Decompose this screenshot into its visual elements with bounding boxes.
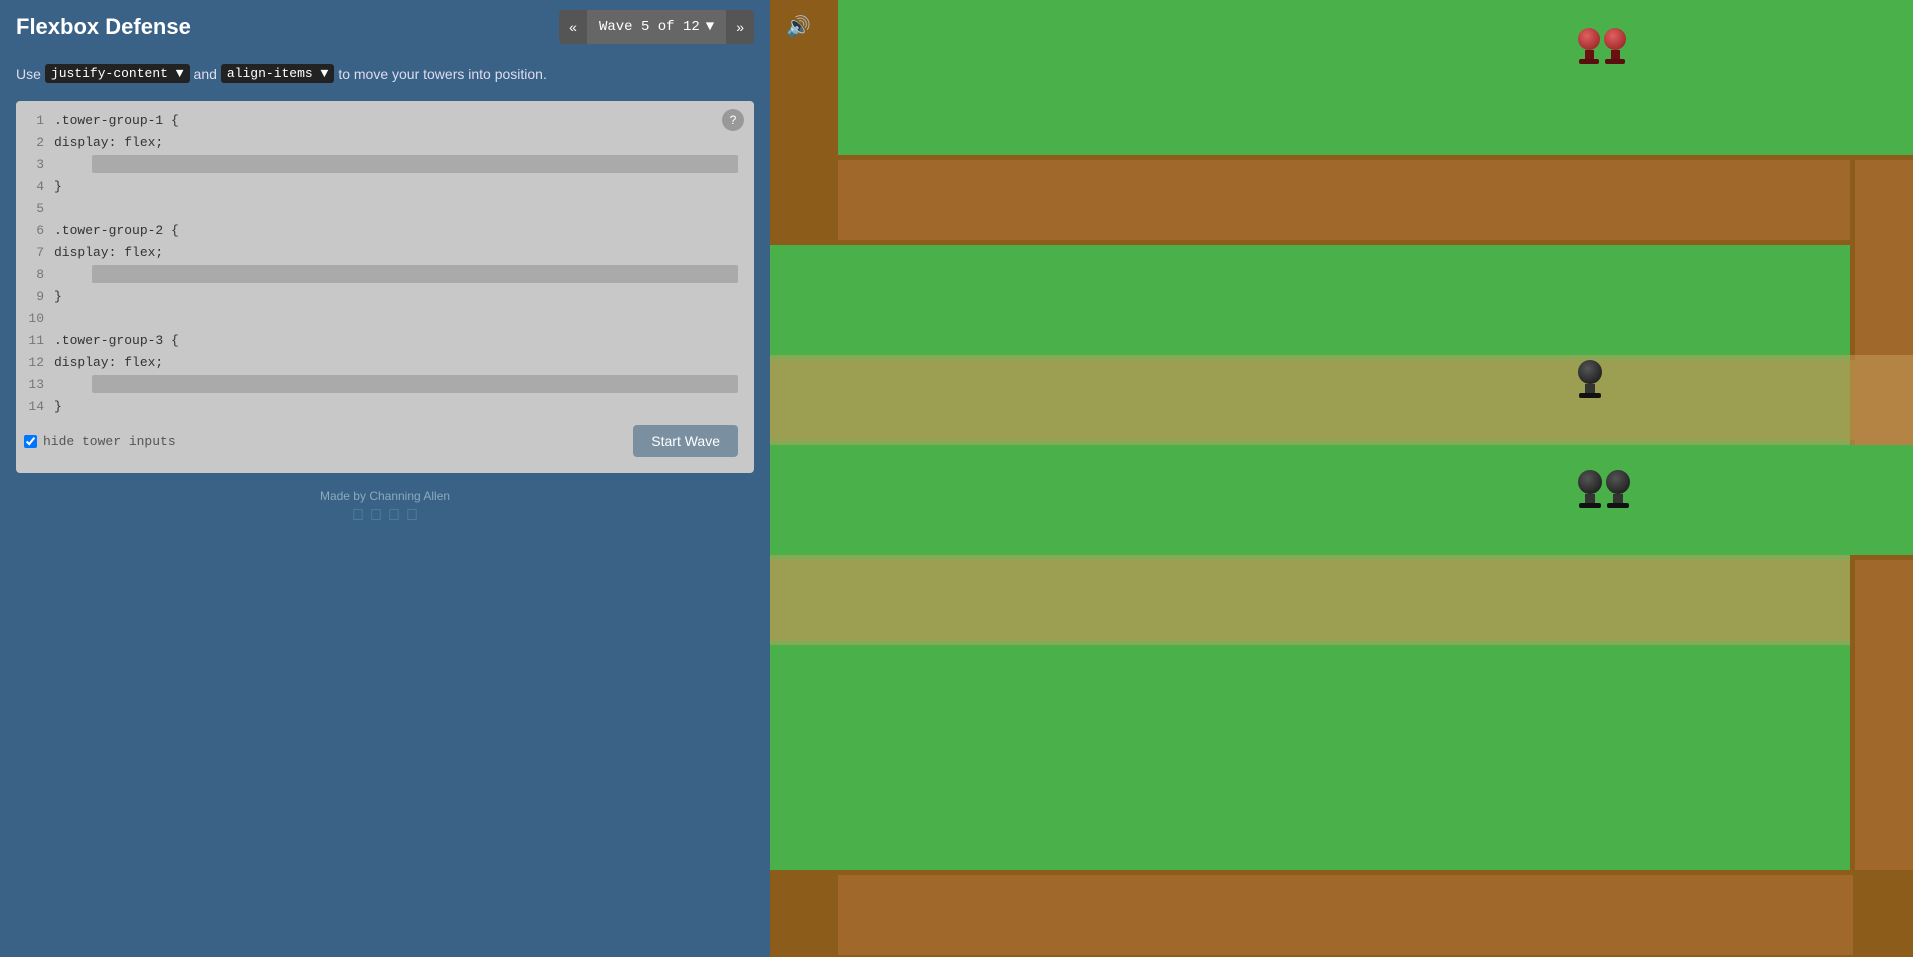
code-input-13[interactable] bbox=[92, 375, 738, 393]
code-line-1: 1 .tower-group-1 { bbox=[16, 109, 754, 131]
help-button[interactable]: ? bbox=[722, 109, 744, 131]
tower-neck-black-3 bbox=[1613, 494, 1623, 503]
start-wave-button[interactable]: Start Wave bbox=[633, 425, 738, 457]
tower-red-1 bbox=[1578, 28, 1600, 64]
line-content-1: .tower-group-1 { bbox=[54, 113, 754, 128]
linkedin-icon[interactable]:  bbox=[388, 507, 400, 525]
tower-head-red-2 bbox=[1604, 28, 1626, 50]
code-line-11: 11 .tower-group-3 { bbox=[16, 329, 754, 351]
instruction-text-after: to move your towers into position. bbox=[338, 66, 547, 82]
hide-tower-inputs-checkbox[interactable] bbox=[24, 435, 37, 448]
line-content-2: display: flex; bbox=[54, 135, 754, 150]
code-input-row-3: 3 bbox=[16, 153, 754, 175]
line-num-9: 9 bbox=[16, 289, 54, 304]
line-num-6: 6 bbox=[16, 223, 54, 238]
line-num-10: 10 bbox=[16, 311, 54, 326]
hide-tower-inputs-label[interactable]: hide tower inputs bbox=[24, 434, 176, 449]
code-line-7: 7 display: flex; bbox=[16, 241, 754, 263]
prev-wave-button[interactable]: « bbox=[559, 10, 587, 44]
code-line-4: 4 } bbox=[16, 175, 754, 197]
wave-label: Wave 5 of 12 bbox=[599, 19, 700, 35]
code-line-10: 10 bbox=[16, 307, 754, 329]
line-num-14: 14 bbox=[16, 399, 54, 414]
credits-text: Made by Channing Allen bbox=[8, 489, 762, 503]
editor-footer: hide tower inputs Start Wave bbox=[16, 417, 754, 465]
line-num-8: 8 bbox=[16, 267, 54, 282]
line-num-12: 12 bbox=[16, 355, 54, 370]
tower-head-red-1 bbox=[1578, 28, 1600, 50]
twitter-icon[interactable]:  bbox=[370, 507, 382, 525]
tower-base-black-3 bbox=[1607, 503, 1629, 508]
line-content-6: .tower-group-2 { bbox=[54, 223, 754, 238]
tower-black-3 bbox=[1606, 470, 1630, 508]
line-content-4: } bbox=[54, 179, 754, 194]
app-title: Flexbox Defense bbox=[16, 14, 191, 40]
tower-neck-black-1 bbox=[1585, 384, 1595, 393]
tower-base-red-2 bbox=[1605, 59, 1625, 64]
line-content-9: } bbox=[54, 289, 754, 304]
tower-group-2 bbox=[1578, 360, 1602, 398]
editor-lines: 1 .tower-group-1 {2 display: flex;3 4 }5… bbox=[16, 109, 754, 417]
code-line-14: 14 } bbox=[16, 395, 754, 417]
line-content-14: } bbox=[54, 399, 754, 414]
tower-black-2 bbox=[1578, 470, 1602, 508]
line-content-12: display: flex; bbox=[54, 355, 754, 370]
code-line-2: 2 display: flex; bbox=[16, 131, 754, 153]
game-panel: 🔊 bbox=[770, 0, 1913, 957]
line-num-5: 5 bbox=[16, 201, 54, 216]
code-editor: ? 1 .tower-group-1 {2 display: flex;3 4 … bbox=[16, 101, 754, 473]
line-num-4: 4 bbox=[16, 179, 54, 194]
code-line-5: 5 bbox=[16, 197, 754, 219]
game-canvas bbox=[770, 0, 1913, 957]
code-line-9: 9 } bbox=[16, 285, 754, 307]
code-input-row-13: 13 bbox=[16, 373, 754, 395]
tower-neck-black-2 bbox=[1585, 494, 1595, 503]
tower-group-3 bbox=[1578, 470, 1630, 508]
tower-neck-red-2 bbox=[1611, 50, 1620, 59]
instruction-text-between: and bbox=[194, 66, 217, 82]
tower-base-red-1 bbox=[1579, 59, 1599, 64]
tower-black-1 bbox=[1578, 360, 1602, 398]
line-num-2: 2 bbox=[16, 135, 54, 150]
instruction-text-before: Use bbox=[16, 66, 41, 82]
tower-head-black-1 bbox=[1578, 360, 1602, 384]
sound-icon[interactable]: 🔊 bbox=[786, 14, 811, 40]
facebook-icon[interactable]:  bbox=[352, 507, 364, 525]
code-input-8[interactable] bbox=[92, 265, 738, 283]
wave-selector[interactable]: Wave 5 of 12 ▼ bbox=[587, 10, 726, 44]
hide-checkbox-text: hide tower inputs bbox=[43, 434, 176, 449]
github-icon[interactable]:  bbox=[406, 507, 418, 525]
tower-head-black-2 bbox=[1578, 470, 1602, 494]
line-num-13: 13 bbox=[16, 377, 54, 392]
tower-neck-red-1 bbox=[1585, 50, 1594, 59]
line-content-7: display: flex; bbox=[54, 245, 754, 260]
footer-credits: Made by Channing Allen     bbox=[0, 481, 770, 533]
left-panel: Flexbox Defense « Wave 5 of 12 ▼ » Use j… bbox=[0, 0, 770, 957]
code-input-row-8: 8 bbox=[16, 263, 754, 285]
line-num-1: 1 bbox=[16, 113, 54, 128]
social-icons:     bbox=[8, 507, 762, 525]
tower-base-black-1 bbox=[1579, 393, 1601, 398]
code-input-3[interactable] bbox=[92, 155, 738, 173]
line-num-11: 11 bbox=[16, 333, 54, 348]
line-num-3: 3 bbox=[16, 157, 54, 172]
tower-head-black-3 bbox=[1606, 470, 1630, 494]
align-items-keyword[interactable]: align-items ▼ bbox=[221, 64, 334, 83]
wave-dropdown-arrow: ▼ bbox=[706, 19, 714, 35]
code-line-12: 12 display: flex; bbox=[16, 351, 754, 373]
next-wave-button[interactable]: » bbox=[726, 10, 754, 44]
wave-controls: « Wave 5 of 12 ▼ » bbox=[559, 10, 754, 44]
tower-base-black-2 bbox=[1579, 503, 1601, 508]
line-num-7: 7 bbox=[16, 245, 54, 260]
tower-group-1 bbox=[1578, 28, 1626, 64]
instruction-bar: Use justify-content ▼ and align-items ▼ … bbox=[0, 54, 770, 93]
top-bar: Flexbox Defense « Wave 5 of 12 ▼ » bbox=[0, 0, 770, 54]
line-content-11: .tower-group-3 { bbox=[54, 333, 754, 348]
code-line-6: 6 .tower-group-2 { bbox=[16, 219, 754, 241]
tower-red-2 bbox=[1604, 28, 1626, 64]
justify-content-keyword[interactable]: justify-content ▼ bbox=[45, 64, 190, 83]
